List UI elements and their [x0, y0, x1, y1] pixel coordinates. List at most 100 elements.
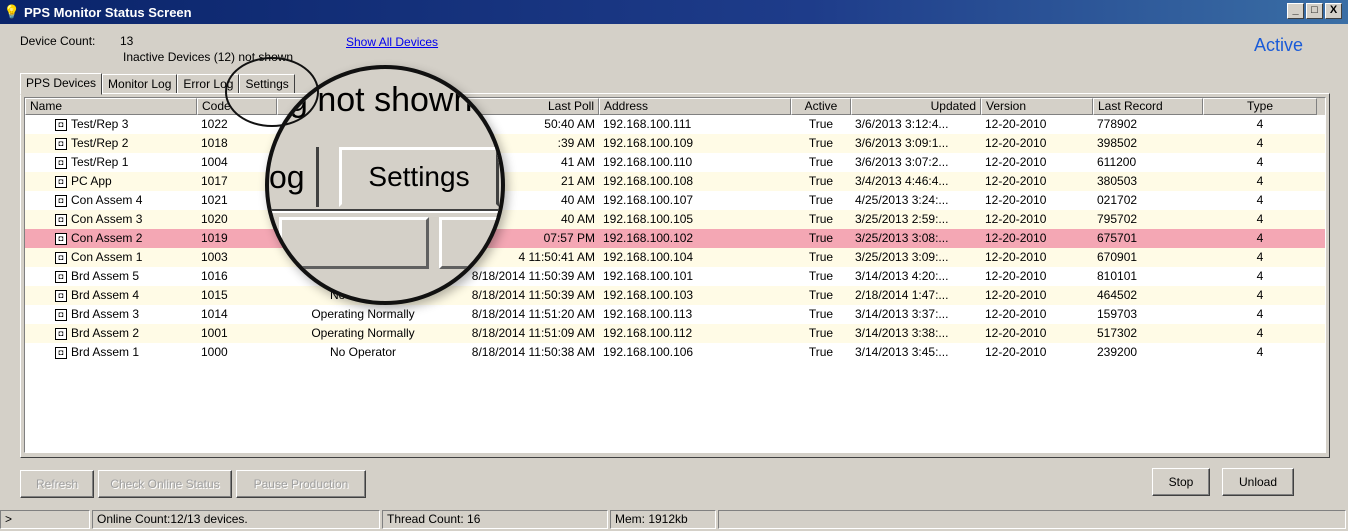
- device-updated: 3/25/2013 3:09:...: [855, 250, 949, 264]
- tab-pps-devices[interactable]: PPS Devices: [20, 73, 103, 95]
- tab-panel: Name Code Last Poll Address Active Updat…: [20, 93, 1330, 458]
- device-name-text: Brd Assem 1: [71, 345, 140, 359]
- window-controls: _ □ X: [1287, 3, 1342, 19]
- column-header-updated[interactable]: Updated: [851, 98, 981, 115]
- device-icon: ◘: [55, 213, 67, 226]
- device-name-text: Test/Rep 2: [71, 136, 129, 150]
- device-updated: 3/25/2013 2:59:...: [855, 212, 949, 226]
- device-address: 192.168.100.109: [603, 136, 694, 150]
- device-last-poll: 8/18/2014 11:51:09 AM: [471, 326, 595, 340]
- refresh-button[interactable]: Refresh: [20, 470, 94, 498]
- table-row[interactable]: ◘ Con Assem 4 1021 40 AM 192.168.100.107 True…: [25, 191, 1325, 210]
- table-row[interactable]: ◘ Test/Rep 1 1004 41 AM 192.168.100.110 True 3…: [25, 153, 1325, 172]
- device-code: 1003: [201, 250, 228, 264]
- device-name: ◘ Test/Rep 1: [25, 153, 197, 172]
- device-type: 4: [1256, 212, 1264, 226]
- device-name: ◘ Con Assem 2: [25, 229, 197, 248]
- device-type: 4: [1256, 250, 1264, 264]
- device-version: 12-20-2010: [985, 136, 1047, 150]
- table-row[interactable]: ◘ Test/Rep 2 1018:39 AM 192.168.100.109 True…: [25, 134, 1325, 153]
- device-type: 4: [1256, 326, 1264, 340]
- device-code: 1014: [201, 307, 228, 321]
- device-code: 1020: [201, 212, 228, 226]
- table-row[interactable]: ◘ PC App 1017 21 AM 192.168.100.108 True 3/4/2…: [25, 172, 1325, 191]
- window-title: PPS Monitor Status Screen: [24, 4, 192, 20]
- device-last-record: 810101: [1097, 269, 1138, 283]
- column-header-address[interactable]: Address: [599, 98, 791, 115]
- device-version: 12-20-2010: [985, 193, 1047, 207]
- table-row[interactable]: ◘ Brd Assem 1 1000 No Operator 8/18/2014 11:…: [25, 343, 1325, 362]
- table-row[interactable]: ◘Brd Assem 41015No Operator8/18/2014 11:…: [25, 286, 1325, 305]
- table-row[interactable]: ◘ Test/Rep 3 1022 50:40 AM 192.168.100.111 Tr…: [25, 115, 1325, 134]
- device-count-value: 13: [120, 34, 134, 48]
- device-name: ◘ Test/Rep 3: [25, 115, 197, 134]
- table-row[interactable]: ◘ Con Assem 2 1019 07:57 PM 192.168.100.102 T…: [25, 229, 1325, 248]
- device-icon: ◘: [55, 156, 67, 169]
- device-status: No Operator: [329, 345, 397, 359]
- stop-button[interactable]: Stop: [1152, 468, 1210, 496]
- memory-usage: Mem: 1912kb: [610, 510, 716, 529]
- table-row[interactable]: ◘ Con Assem 3 1020 40 AM 192.168.100.105 True…: [25, 210, 1325, 229]
- maximize-button[interactable]: □: [1306, 3, 1323, 19]
- device-last-record: 611200: [1097, 155, 1137, 169]
- check-online-status-button[interactable]: Check Online Status: [98, 470, 232, 498]
- device-updated: 3/14/2013 4:20:...: [855, 269, 949, 283]
- table-row[interactable]: ◘Brd Assem 51016No Op8/18/2014 11:50:39 …: [25, 267, 1325, 286]
- device-icon: ◘: [55, 327, 67, 340]
- device-code: 1016: [201, 269, 228, 283]
- magnified-settings-tab: Settings: [339, 147, 499, 207]
- device-name-text: Con Assem 3: [71, 212, 143, 226]
- device-icon: ◘: [55, 289, 67, 302]
- device-name-text: Con Assem 4: [71, 193, 143, 207]
- device-version: 12-20-2010: [985, 269, 1047, 283]
- table-row[interactable]: ◘ Brd Assem 2 1001 Operating Normally 8/18/2…: [25, 324, 1325, 343]
- device-last-record: 159703: [1097, 307, 1138, 321]
- table-row[interactable]: ◘ Brd Assem 3 1014 Operating Normally 8/18/2…: [25, 305, 1325, 324]
- device-last-record: 380503: [1097, 174, 1138, 188]
- device-active: True: [808, 136, 834, 150]
- active-status: Active: [1254, 35, 1304, 55]
- status-bar: > Online Count:12/13 devices. Thread Cou…: [0, 510, 1348, 531]
- show-all-devices-link[interactable]: Show All Devices: [346, 35, 438, 49]
- device-icon: ◘: [55, 175, 67, 188]
- device-updated: 3/4/2013 4:46:4...: [855, 174, 949, 188]
- device-active: True: [808, 174, 834, 188]
- device-type: 4: [1256, 345, 1264, 359]
- list-header: Name Code Last Poll Address Active Updat…: [25, 98, 1325, 115]
- device-name: ◘ Test/Rep 2: [25, 134, 197, 153]
- column-header-name[interactable]: Name: [25, 98, 197, 115]
- device-active: True: [808, 155, 834, 169]
- device-updated: 3/14/2013 3:45:...: [855, 345, 949, 359]
- device-icon: ◘: [55, 118, 67, 131]
- device-version: 12-20-2010: [985, 174, 1047, 188]
- column-header-version[interactable]: Version: [981, 98, 1093, 115]
- magnified-tab-edge: [269, 209, 501, 213]
- pause-production-button[interactable]: Pause Production: [236, 470, 366, 498]
- column-header-type[interactable]: Type: [1203, 98, 1317, 115]
- device-icon: ◘: [55, 251, 67, 264]
- device-last-record: 398502: [1097, 136, 1138, 150]
- device-version: 12-20-2010: [985, 288, 1047, 302]
- device-icon: ◘: [55, 232, 67, 245]
- device-type: 4: [1256, 136, 1264, 150]
- device-type: 4: [1256, 174, 1264, 188]
- column-header-last-record[interactable]: Last Record: [1093, 98, 1203, 115]
- minimize-button[interactable]: _: [1287, 3, 1304, 19]
- device-updated: 3/25/2013 3:08:...: [855, 231, 949, 245]
- list-body: ◘ Test/Rep 3 1022 50:40 AM 192.168.100.111 Tr…: [25, 115, 1325, 362]
- tab-monitor-log[interactable]: Monitor Log: [102, 74, 178, 94]
- unload-button[interactable]: Unload: [1222, 468, 1294, 496]
- device-updated: 3/6/2013 3:12:4...: [855, 117, 949, 131]
- device-type: 4: [1256, 155, 1264, 169]
- device-type: 4: [1256, 117, 1264, 131]
- device-code: 1001: [201, 326, 228, 340]
- device-name: ◘ Con Assem 3: [25, 210, 197, 229]
- close-button[interactable]: X: [1325, 3, 1342, 19]
- device-address: 192.168.100.101: [603, 269, 694, 283]
- table-row[interactable]: ◘Con Assem 11003Op4 11:50:41 AM192.168.1…: [25, 248, 1325, 267]
- device-list[interactable]: Name Code Last Poll Address Active Updat…: [24, 97, 1326, 453]
- device-name-text: Con Assem 1: [71, 250, 143, 264]
- device-active: True: [808, 250, 834, 264]
- magnified-header-cell: [439, 217, 501, 269]
- column-header-active[interactable]: Active: [791, 98, 851, 115]
